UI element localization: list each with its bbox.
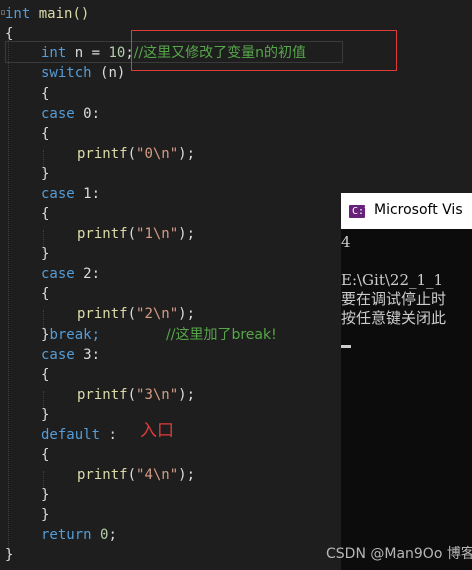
- code-line-brace[interactable]: {: [41, 204, 49, 224]
- switch-arg: (n): [100, 65, 126, 81]
- console-title: Microsoft Vis: [374, 202, 463, 218]
- function-printf: printf: [77, 467, 128, 483]
- decl-text: n =: [74, 45, 109, 61]
- console-output-line: 按任意键关闭此: [341, 309, 447, 327]
- code-line-printf1[interactable]: printf("1\n");: [77, 224, 195, 244]
- code-line-brace[interactable]: {: [41, 84, 49, 104]
- keyword-break: break;: [49, 327, 101, 343]
- annotation-box: [131, 30, 397, 71]
- console-output-line: E:\Git\22_1_1: [341, 271, 444, 289]
- keyword-case: case: [41, 186, 75, 202]
- paren: );: [178, 306, 196, 322]
- code-line-return[interactable]: return 0;: [41, 525, 117, 545]
- keyword-case: case: [41, 266, 75, 282]
- code-line-brace[interactable]: }: [41, 485, 49, 505]
- code-line-final-brace[interactable]: }: [5, 545, 13, 565]
- string-literal: "2\n": [136, 306, 179, 322]
- string-literal: "0\n": [136, 146, 179, 162]
- code-line-case3[interactable]: case 3:: [41, 345, 100, 365]
- paren: (: [127, 306, 137, 322]
- semicolon: ;: [108, 527, 117, 543]
- console-output-line: 要在调试停止时: [341, 290, 447, 308]
- brace: {: [5, 26, 14, 42]
- case-label: 0:: [83, 106, 101, 122]
- string-literal: "1\n": [136, 226, 179, 242]
- keyword-int: int: [5, 6, 31, 22]
- comment: //这里加了break!: [166, 327, 277, 343]
- function-name: main(): [38, 6, 90, 22]
- console-window[interactable]: C:\ Microsoft Vis 4 E:\Git\22_1_1 要在调试停止…: [341, 193, 472, 570]
- code-line-switch[interactable]: switch (n): [41, 63, 125, 83]
- paren: (: [127, 467, 137, 483]
- code-line-main[interactable]: int main(): [5, 4, 89, 24]
- colon: :: [100, 427, 117, 443]
- code-line-brace[interactable]: }: [41, 405, 49, 425]
- console-cursor: [341, 345, 351, 348]
- case-label: 3:: [83, 347, 101, 363]
- code-line-brace[interactable]: {: [41, 365, 49, 385]
- paren: );: [178, 467, 196, 483]
- keyword-int: int: [41, 45, 67, 61]
- code-line-brace[interactable]: }: [41, 244, 49, 264]
- paren: );: [178, 226, 196, 242]
- brace: {: [41, 126, 50, 142]
- brace: }: [41, 246, 50, 262]
- code-line-printf0[interactable]: printf("0\n");: [77, 144, 195, 164]
- code-line-case2[interactable]: case 2:: [41, 264, 100, 284]
- brace: {: [41, 367, 50, 383]
- code-line-printf3[interactable]: printf("3\n");: [77, 385, 195, 405]
- code-line-brace[interactable]: }: [41, 505, 49, 525]
- watermark: CSDN @Man9Oo 博客: [326, 546, 472, 562]
- keyword-switch: switch: [41, 65, 92, 81]
- brace: }: [41, 507, 50, 523]
- console-app-icon: C:\: [349, 205, 370, 218]
- function-printf: printf: [77, 226, 128, 242]
- brace: }: [5, 547, 14, 563]
- paren: );: [178, 387, 196, 403]
- paren: (: [127, 146, 137, 162]
- brace: {: [41, 286, 50, 302]
- code-line-brace[interactable]: {: [41, 445, 49, 465]
- entry-annotation: 入口: [140, 421, 174, 441]
- code-line-case0[interactable]: case 0:: [41, 104, 100, 124]
- code-line-default[interactable]: default :: [41, 425, 117, 445]
- case-label: 1:: [83, 186, 101, 202]
- code-line-brace[interactable]: {: [41, 284, 49, 304]
- brace: }: [41, 407, 50, 423]
- code-line-brace[interactable]: }: [41, 164, 49, 184]
- keyword-case: case: [41, 106, 75, 122]
- paren: );: [178, 146, 196, 162]
- code-line-brace[interactable]: {: [41, 124, 49, 144]
- keyword-return: return: [41, 527, 92, 543]
- string-literal: "3\n": [136, 387, 179, 403]
- function-printf: printf: [77, 306, 128, 322]
- number-literal: 10: [108, 45, 126, 61]
- console-output-line: 4: [341, 233, 351, 251]
- keyword-case: case: [41, 347, 75, 363]
- brace: {: [41, 206, 50, 222]
- console-title-bar[interactable]: C:\ Microsoft Vis: [341, 193, 472, 229]
- code-line-case1[interactable]: case 1:: [41, 184, 100, 204]
- string-literal: "4\n": [136, 467, 179, 483]
- keyword-default: default: [41, 427, 101, 443]
- code-line-break[interactable]: }break;//这里加了break!: [41, 325, 277, 345]
- function-printf: printf: [77, 146, 128, 162]
- code-line-open-brace[interactable]: {: [5, 24, 13, 44]
- indent-guide: [8, 40, 9, 554]
- function-printf: printf: [77, 387, 128, 403]
- paren: (: [127, 226, 137, 242]
- brace: {: [41, 447, 50, 463]
- code-line-printf4[interactable]: printf("4\n");: [77, 465, 195, 485]
- paren: (: [127, 387, 137, 403]
- brace: }: [41, 487, 50, 503]
- case-label: 2:: [83, 266, 101, 282]
- brace: {: [41, 86, 50, 102]
- code-line-printf2[interactable]: printf("2\n");: [77, 304, 195, 324]
- brace: }: [41, 166, 50, 182]
